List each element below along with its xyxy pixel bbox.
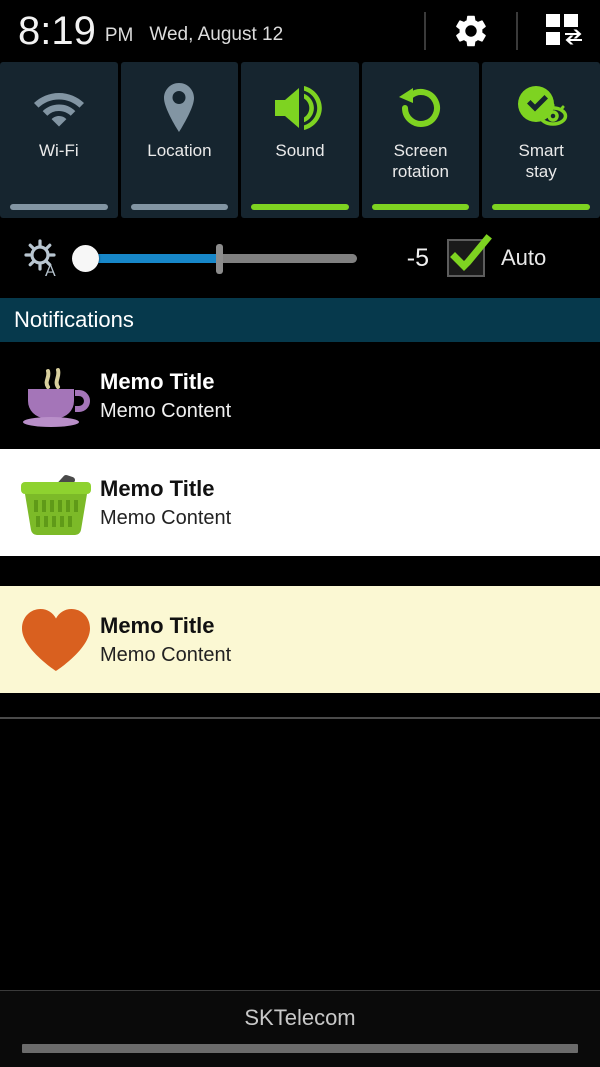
heart-icon [12, 605, 100, 675]
svg-text:A: A [45, 263, 56, 279]
notification-content: Memo Content [100, 399, 232, 422]
notification-item-coffee[interactable]: Memo Title Memo Content [0, 342, 600, 449]
notification-text-group: Memo Title Memo Content [100, 474, 231, 532]
toggle-wifi-status-bar [10, 204, 108, 210]
shade-drag-handle[interactable] [22, 1044, 578, 1053]
slider-center-tick [216, 244, 223, 274]
coffee-cup-icon [12, 363, 100, 429]
shopping-basket-icon [12, 468, 100, 538]
smart-stay-label-line2: stay [525, 162, 557, 181]
toggle-sound-label: Sound [275, 141, 325, 160]
toggle-sound[interactable]: Sound [241, 62, 359, 218]
notifications-header-label: Notifications [14, 307, 134, 332]
toggle-screen-rotation-status-bar [371, 204, 470, 210]
notification-text-group: Memo Title Memo Content [100, 611, 231, 669]
notification-shade: 8:19 PM Wed, August 12 Wi-Fi Location So… [0, 0, 600, 1067]
notification-bottom-gap [0, 693, 600, 717]
quick-settings-toggles: Wi-Fi Location Sound Screen rotation Sma… [0, 62, 600, 218]
location-pin-icon [159, 80, 199, 136]
auto-brightness-label: Auto [501, 245, 547, 270]
brightness-auto-icon: A [18, 237, 66, 279]
shade-footer: SKTelecom [0, 990, 600, 1067]
toggle-sound-status-bar [251, 204, 349, 210]
clock-ampm: PM [104, 24, 134, 46]
rotate-screen-icon [396, 80, 446, 136]
brightness-slider[interactable] [72, 238, 357, 278]
slider-fill [80, 253, 220, 263]
grid-swap-icon[interactable] [544, 12, 584, 50]
status-bar: 8:19 PM Wed, August 12 [0, 0, 600, 62]
slider-thumb[interactable] [72, 244, 99, 272]
clock-time: 8:19 [18, 9, 96, 53]
rotation-label-line1: Screen [393, 141, 448, 160]
speaker-sound-icon [271, 80, 329, 136]
toggle-wifi-label: Wi-Fi [38, 141, 79, 160]
toggle-location-label: Location [147, 141, 212, 160]
notification-gap [0, 556, 600, 586]
wifi-icon [32, 80, 86, 136]
notification-content: Memo Content [100, 506, 232, 529]
toggle-smart-stay-label: Smart stay [519, 140, 564, 182]
notification-text-group: Memo Title Memo Content [100, 367, 231, 425]
notification-title: Memo Title [100, 368, 215, 394]
brightness-value: -5 [406, 243, 429, 272]
toggle-smart-stay[interactable]: Smart stay [482, 62, 600, 218]
smart-stay-label-line1: Smart [518, 141, 564, 160]
toggle-location-status-bar [130, 204, 229, 210]
rotation-label-line2: rotation [392, 162, 449, 181]
toggle-screen-rotation[interactable]: Screen rotation [361, 62, 480, 218]
status-bar-divider-2 [516, 12, 518, 50]
toggle-location[interactable]: Location [120, 62, 239, 218]
notifications-header: Notifications [0, 298, 600, 342]
toggle-smart-stay-status-bar [492, 204, 590, 210]
carrier-label: SKTelecom [244, 1005, 356, 1030]
notification-title: Memo Title [100, 612, 215, 638]
notification-item-basket[interactable]: Memo Title Memo Content [0, 449, 600, 556]
notification-title: Memo Title [100, 475, 215, 501]
toggle-screen-rotation-label: Screen rotation [392, 140, 449, 182]
notification-content: Memo Content [100, 643, 232, 666]
clock-date: Wed, August 12 [149, 24, 284, 45]
auto-brightness-checkbox[interactable] [447, 234, 492, 277]
notification-item-heart[interactable]: Memo Title Memo Content [0, 586, 600, 693]
toggle-wifi[interactable]: Wi-Fi [0, 62, 118, 218]
brightness-row: A -5 Auto [0, 218, 600, 298]
status-bar-divider-1 [424, 12, 426, 50]
settings-gear-icon[interactable] [452, 12, 490, 50]
smart-stay-eye-icon [512, 80, 570, 136]
